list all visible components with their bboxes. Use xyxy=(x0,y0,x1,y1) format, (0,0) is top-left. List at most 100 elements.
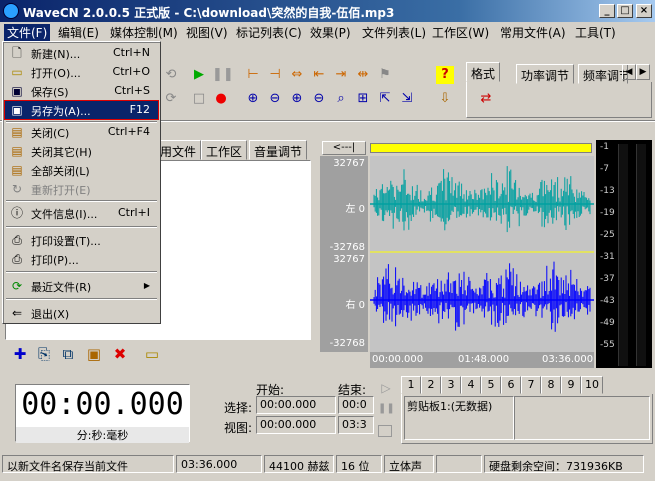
stop-icon[interactable]: □ xyxy=(190,90,208,108)
menu-common-files[interactable]: 常用文件(A) xyxy=(500,24,566,41)
menu-item-recent-files[interactable]: ⟳ 最近文件(R) ▶ xyxy=(5,277,158,295)
clipboard-tab-6[interactable]: 6 xyxy=(501,376,521,394)
zoom-in-vertical-icon[interactable]: ⊕ xyxy=(288,90,306,108)
menu-item-reopen[interactable]: ↻ 重新打开(E) xyxy=(5,180,158,198)
menu-effects[interactable]: 效果(P) xyxy=(310,24,351,41)
scale-left-zero: 左 0 xyxy=(345,204,365,215)
menu-markers[interactable]: 标记列表(C) xyxy=(236,24,302,41)
status-disk-space: 硬盘剩余空间：731936KB xyxy=(484,455,644,473)
file-info-icon: ⓘ xyxy=(10,206,23,220)
zoom-selection-icon[interactable]: ⇱ xyxy=(376,90,394,108)
menu-bar: 文件(F) 编辑(E) 媒体控制(M) 视图(V) 标记列表(C) 效果(P) … xyxy=(0,22,655,41)
copy-icon[interactable]: ⟳ xyxy=(162,90,180,108)
clip-play-icon[interactable]: ▷ xyxy=(378,381,394,395)
help-icon[interactable]: ? xyxy=(436,66,454,84)
record-icon[interactable]: ● xyxy=(212,90,230,108)
marker-fit-icon[interactable]: ⇔ xyxy=(288,66,306,84)
tab-volume-adjust[interactable]: 音量调节 xyxy=(249,140,308,160)
clip-stop-icon[interactable] xyxy=(378,425,392,437)
add-file-icon[interactable]: ⎘ xyxy=(35,345,53,363)
menu-edit[interactable]: 编辑(E) xyxy=(58,24,99,41)
tab-power-adjust[interactable]: 功率调节 xyxy=(516,64,575,84)
amplitude-scale: 32767 左 0 -32768 32767 右 0 -32768 xyxy=(320,156,368,352)
menu-item-close-all[interactable]: ▤ 全部关闭(L) xyxy=(5,161,158,179)
marker-left-icon[interactable]: ⇤ xyxy=(310,66,328,84)
move-file-icon[interactable]: ▣ xyxy=(85,345,103,363)
tab-frequency-adjust[interactable]: 频率调节 xyxy=(578,64,628,84)
zoom-previous-icon[interactable]: ⇲ xyxy=(398,90,416,108)
tab-common-files[interactable]: 用文件 xyxy=(155,140,202,160)
menu-item-open[interactable]: ▭ 打开(O)... Ctrl+O xyxy=(5,63,158,81)
menu-tools[interactable]: 工具(T) xyxy=(575,24,616,41)
menu-item-label: 最近文件(R) xyxy=(31,281,92,294)
menu-item-file-info[interactable]: ⓘ 文件信息(I)... Ctrl+I xyxy=(5,204,158,222)
zoom-out-horizontal-icon[interactable]: ⊖ xyxy=(266,90,284,108)
zoom-full-icon[interactable]: ⊞ xyxy=(354,90,372,108)
menu-item-exit[interactable]: ⇐ 退出(X) xyxy=(5,304,158,322)
meter-label: -31 xyxy=(600,252,615,262)
zoom-out-vertical-icon[interactable]: ⊖ xyxy=(310,90,328,108)
clipboard-preview xyxy=(514,396,650,440)
play-icon[interactable]: ▶ xyxy=(190,66,208,84)
format-convert-icon[interactable]: ⇄ xyxy=(477,90,495,108)
meter-left-channel xyxy=(618,144,628,366)
menu-workspace[interactable]: 工作区(W) xyxy=(432,24,489,41)
minimize-button[interactable]: _ xyxy=(599,4,615,18)
cut-icon[interactable]: ⟲ xyxy=(162,66,180,84)
menu-item-save-as[interactable]: ▣ 另存为(A)... F12 xyxy=(4,100,159,120)
menu-item-close[interactable]: ▤ 关闭(C) Ctrl+F4 xyxy=(5,123,158,141)
add-icon[interactable]: ✚ xyxy=(11,345,29,363)
clipboard-tab-10[interactable]: 10 xyxy=(581,376,603,394)
marker-both-icon[interactable]: ⇹ xyxy=(354,66,372,84)
clipboard-tab-5[interactable]: 5 xyxy=(481,376,501,394)
view-end-field[interactable]: 03:3 xyxy=(338,416,374,434)
clipboard-tab-2[interactable]: 2 xyxy=(421,376,441,394)
menu-item-print-setup[interactable]: ⎙ 打印设置(T)... xyxy=(5,231,158,249)
view-start-field[interactable]: 00:00.000 xyxy=(256,416,336,434)
clipboard-tab-8[interactable]: 8 xyxy=(541,376,561,394)
toolbar: ⟲ ⟳ ▶ ❚❚ □ ● ⊢ ⊣ ⇔ ⇤ ⇥ ⇹ ⚑ ⊕ ⊖ ⊕ ⊖ ⌕ ⊞ ⇱… xyxy=(160,62,454,114)
export-icon[interactable]: ⇩ xyxy=(436,90,454,108)
meter-label: -1 xyxy=(600,142,609,152)
menu-view[interactable]: 视图(V) xyxy=(186,24,228,41)
clipboard-tab-7[interactable]: 7 xyxy=(521,376,541,394)
clip-pause-icon[interactable]: ❚❚ xyxy=(378,403,395,417)
select-start-field[interactable]: 00:00.000 xyxy=(256,396,336,414)
menu-item-label: 重新打开(E) xyxy=(31,184,91,197)
clipboard-tab-1[interactable]: 1 xyxy=(401,376,421,394)
tab-scroll-left-button[interactable]: ◀ xyxy=(622,64,636,80)
marker-right-icon[interactable]: ⇥ xyxy=(332,66,350,84)
close-button[interactable]: × xyxy=(636,4,652,18)
status-duration: 03:36.000 xyxy=(176,455,262,473)
tab-workspace[interactable]: 工作区 xyxy=(201,140,248,160)
waveform-plot[interactable] xyxy=(370,156,594,352)
menu-item-close-others[interactable]: ▤ 关闭其它(H) xyxy=(5,142,158,160)
delete-icon[interactable]: ✖ xyxy=(111,345,129,363)
pause-icon[interactable]: ❚❚ xyxy=(212,66,234,84)
clipboard-tab-4[interactable]: 4 xyxy=(461,376,481,394)
clipboard-tab-3[interactable]: 3 xyxy=(441,376,461,394)
menu-file[interactable]: 文件(F) xyxy=(4,24,51,41)
marker-start-icon[interactable]: ⊢ xyxy=(244,66,262,84)
tab-format[interactable]: 格式 xyxy=(466,62,501,82)
menu-item-new[interactable]: 🗋 新建(N)... Ctrl+N xyxy=(5,44,158,62)
menu-item-label: 新建(N)... xyxy=(31,48,81,61)
menu-file-list[interactable]: 文件列表(L) xyxy=(362,24,426,41)
open-folder-icon[interactable]: ▭ xyxy=(143,345,161,363)
copy-file-icon[interactable]: ⧉ xyxy=(59,345,77,363)
maximize-button[interactable]: □ xyxy=(617,4,633,18)
marker-flag-icon[interactable]: ⚑ xyxy=(376,66,394,84)
select-end-field[interactable]: 00:0 xyxy=(338,396,374,414)
overview-bar[interactable] xyxy=(370,143,592,153)
tab-scroll-right-button[interactable]: ▶ xyxy=(636,64,650,80)
zoom-icon[interactable]: ⌕ xyxy=(332,90,350,108)
app-window: WaveCN 2.0.0.5 正式版 - C:\download\突然的自我-伍… xyxy=(0,0,655,481)
menu-media-control[interactable]: 媒体控制(M) xyxy=(110,24,178,41)
menu-item-save[interactable]: ▣ 保存(S) Ctrl+S xyxy=(5,82,158,100)
marker-range-icon[interactable]: ⊣ xyxy=(266,66,284,84)
scroll-start-button[interactable]: <---| xyxy=(322,141,366,155)
zoom-in-horizontal-icon[interactable]: ⊕ xyxy=(244,90,262,108)
menu-item-print[interactable]: ⎙ 打印(P)... xyxy=(5,250,158,268)
waveform-view[interactable]: <---| 32767 左 0 -32768 32767 右 0 -32768 … xyxy=(320,140,594,368)
clipboard-tab-9[interactable]: 9 xyxy=(561,376,581,394)
